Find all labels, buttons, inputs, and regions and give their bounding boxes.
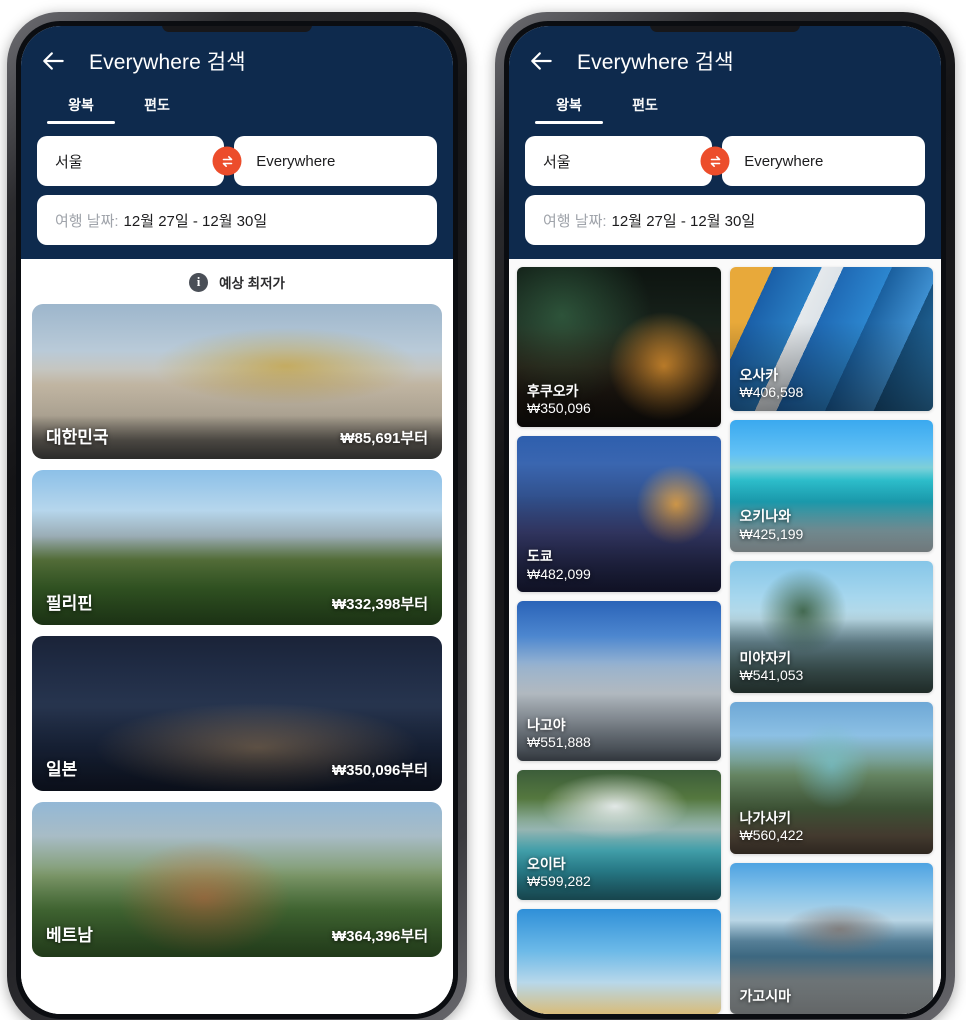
travel-dates-field[interactable]: 여행 날짜: 12월 27일 - 12월 30일 bbox=[525, 195, 925, 245]
country-name: 일본 bbox=[46, 760, 78, 779]
country-price: ₩364,396부터 bbox=[332, 928, 428, 945]
city-caption: 미야자키 ₩541,053 bbox=[740, 650, 804, 685]
city-price: ₩541,053 bbox=[739, 667, 804, 684]
city-card[interactable]: 오이타 ₩599,282 bbox=[517, 769, 721, 900]
city-name: 후쿠오카 bbox=[527, 383, 579, 400]
city-card[interactable]: 미야자키 ₩541,053 bbox=[729, 561, 933, 694]
notch-speaker bbox=[650, 26, 800, 32]
city-caption: 가고시마 bbox=[740, 988, 792, 1005]
country-name: 베트남 bbox=[46, 926, 93, 945]
travel-dates-field[interactable]: 여행 날짜: 12월 27일 - 12월 30일 bbox=[37, 195, 437, 245]
swap-arrows-icon[interactable] bbox=[212, 146, 242, 176]
phone-bezel-right: Everywhere 검색 왕복 편도 서울 Everywhere 여행 날짜:… bbox=[504, 21, 946, 1019]
country-price: ₩332,398부터 bbox=[332, 596, 428, 613]
country-name: 대한민국 bbox=[46, 428, 109, 447]
city-results-grid: 후쿠오카 ₩350,096 도쿄 ₩482,099 나고야 ₩551,888 오… bbox=[509, 259, 941, 1014]
estimated-lowest-price-label: 예상 최저가 bbox=[219, 276, 285, 291]
tab-roundtrip[interactable]: 왕복 bbox=[531, 92, 607, 124]
city-card[interactable]: 가고시마 bbox=[729, 862, 933, 1014]
phone-screen-right: Everywhere 검색 왕복 편도 서울 Everywhere 여행 날짜:… bbox=[509, 26, 941, 1014]
city-price: ₩350,096 bbox=[527, 400, 591, 417]
country-card[interactable]: 필리핀 ₩332,398부터 bbox=[32, 470, 442, 625]
app-header-right: Everywhere 검색 왕복 편도 서울 Everywhere 여행 날짜:… bbox=[509, 26, 941, 259]
country-card[interactable]: 대한민국 ₩85,691부터 bbox=[32, 304, 442, 459]
city-name: 나고야 bbox=[527, 717, 566, 734]
grid-column-right: 오사카 ₩406,598 오키나와 ₩425,199 미야자키 ₩541,053… bbox=[729, 267, 933, 1014]
header-top-row-left: Everywhere 검색 bbox=[37, 46, 437, 76]
country-card[interactable]: 베트남 ₩364,396부터 bbox=[32, 802, 442, 957]
city-name: 나가사키 bbox=[739, 810, 792, 826]
tab-roundtrip[interactable]: 왕복 bbox=[43, 92, 119, 124]
route-selector-right: 서울 Everywhere bbox=[525, 136, 925, 186]
info-icon[interactable]: i bbox=[189, 272, 209, 292]
country-caption: 일본 ₩350,096부터 bbox=[46, 755, 428, 780]
city-card[interactable] bbox=[517, 908, 721, 1014]
city-caption: 오이타 ₩599,282 bbox=[527, 856, 591, 891]
city-caption: 도쿄 ₩482,099 bbox=[527, 548, 591, 583]
country-results-list: i 예상 최저가 대한민국 ₩85,691부터 필리핀 ₩332,398부터 일… bbox=[21, 259, 453, 1014]
city-name: 오키나와 bbox=[739, 508, 792, 525]
tab-oneway[interactable]: 편도 bbox=[607, 92, 683, 124]
origin-input[interactable]: 서울 bbox=[37, 136, 225, 186]
notch-speaker bbox=[162, 26, 312, 32]
page-title: Everywhere 검색 bbox=[577, 51, 734, 74]
country-price: ₩85,691부터 bbox=[340, 430, 428, 447]
city-price: ₩599,282 bbox=[527, 873, 591, 890]
city-card[interactable]: 나가사키 ₩560,422 bbox=[729, 702, 933, 854]
travel-dates-value: 12월 27일 - 12월 30일 bbox=[123, 212, 268, 230]
city-caption: 오사카 ₩406,598 bbox=[740, 367, 804, 402]
city-name: 도쿄 bbox=[527, 548, 553, 565]
arrow-left-icon[interactable] bbox=[529, 48, 555, 74]
estimated-lowest-price-note: i 예상 최저가 bbox=[32, 259, 442, 304]
city-card[interactable]: 도쿄 ₩482,099 bbox=[517, 435, 721, 592]
city-name: 미야자키 bbox=[739, 649, 792, 666]
city-caption: 나가사키 ₩560,422 bbox=[740, 810, 804, 845]
city-name: 가고시마 bbox=[739, 987, 792, 1004]
city-card[interactable]: 오키나와 ₩425,199 bbox=[729, 419, 933, 553]
country-caption: 베트남 ₩364,396부터 bbox=[46, 921, 428, 946]
travel-dates-label: 여행 날짜: bbox=[55, 212, 119, 230]
city-name: 오이타 bbox=[527, 855, 566, 872]
city-price: ₩482,099 bbox=[527, 565, 591, 582]
phone-screen-left: Everywhere 검색 왕복 편도 서울 Everywhere 여행 날짜:… bbox=[21, 26, 453, 1014]
city-card[interactable]: 나고야 ₩551,888 bbox=[517, 601, 721, 761]
route-selector-left: 서울 Everywhere bbox=[37, 136, 437, 186]
city-name: 오사카 bbox=[739, 367, 779, 383]
trip-type-tabs-right: 왕복 편도 bbox=[525, 92, 925, 124]
country-name: 필리핀 bbox=[46, 594, 93, 613]
arrow-left-icon[interactable] bbox=[41, 48, 67, 74]
destination-input[interactable]: Everywhere bbox=[234, 136, 437, 186]
country-price: ₩350,096부터 bbox=[332, 762, 428, 779]
city-price: ₩551,888 bbox=[527, 734, 591, 751]
swap-arrows-icon[interactable] bbox=[700, 146, 730, 176]
city-card[interactable]: 오사카 ₩406,598 bbox=[729, 267, 933, 411]
city-price: ₩560,422 bbox=[739, 827, 804, 844]
phone-bezel-left: Everywhere 검색 왕복 편도 서울 Everywhere 여행 날짜:… bbox=[16, 21, 458, 1019]
city-caption: 오키나와 ₩425,199 bbox=[740, 508, 804, 543]
country-card[interactable]: 일본 ₩350,096부터 bbox=[32, 636, 442, 791]
country-caption: 필리핀 ₩332,398부터 bbox=[46, 589, 428, 614]
grid-column-left: 후쿠오카 ₩350,096 도쿄 ₩482,099 나고야 ₩551,888 오… bbox=[517, 267, 721, 1014]
phone-device-left: Everywhere 검색 왕복 편도 서울 Everywhere 여행 날짜:… bbox=[7, 12, 467, 1020]
travel-dates-value: 12월 27일 - 12월 30일 bbox=[611, 212, 756, 230]
header-top-row-right: Everywhere 검색 bbox=[525, 46, 925, 76]
city-card[interactable]: 후쿠오카 ₩350,096 bbox=[517, 267, 721, 427]
origin-input[interactable]: 서울 bbox=[525, 136, 713, 186]
tab-oneway[interactable]: 편도 bbox=[119, 92, 195, 124]
city-caption: 나고야 ₩551,888 bbox=[527, 717, 591, 752]
city-caption: 후쿠오카 ₩350,096 bbox=[527, 383, 591, 418]
city-photo bbox=[517, 908, 721, 1014]
destination-input[interactable]: Everywhere bbox=[722, 136, 925, 186]
phone-device-right: Everywhere 검색 왕복 편도 서울 Everywhere 여행 날짜:… bbox=[495, 12, 955, 1020]
app-header-left: Everywhere 검색 왕복 편도 서울 Everywhere 여행 날짜:… bbox=[21, 26, 453, 259]
screenshot-stage: Everywhere 검색 왕복 편도 서울 Everywhere 여행 날짜:… bbox=[0, 0, 966, 1020]
city-price: ₩406,598 bbox=[739, 384, 804, 401]
trip-type-tabs-left: 왕복 편도 bbox=[37, 92, 437, 124]
travel-dates-label: 여행 날짜: bbox=[543, 212, 607, 230]
city-price: ₩425,199 bbox=[739, 525, 804, 542]
country-caption: 대한민국 ₩85,691부터 bbox=[46, 423, 428, 448]
page-title: Everywhere 검색 bbox=[89, 51, 246, 74]
